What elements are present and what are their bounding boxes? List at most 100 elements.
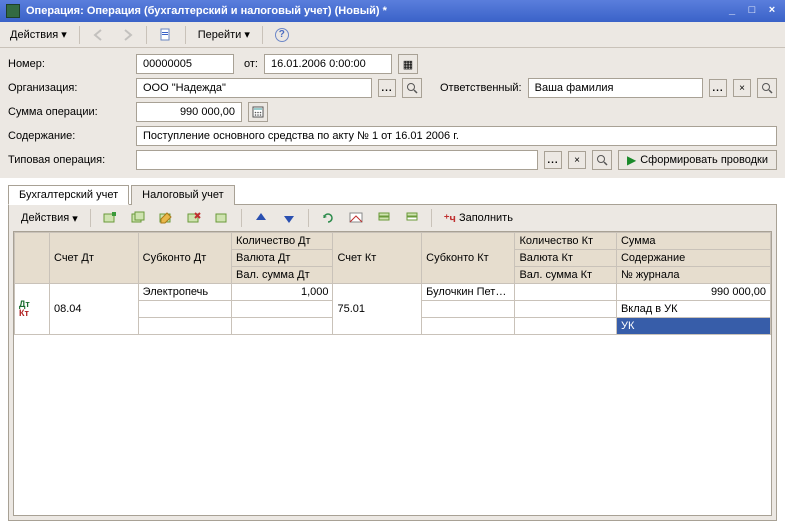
template-lookup-button[interactable]: ... [544, 151, 562, 169]
org-input[interactable] [141, 81, 367, 95]
hdr-subk-dt[interactable]: Субконто Дт [138, 233, 231, 284]
number-input[interactable] [141, 57, 229, 71]
show-button[interactable] [343, 208, 369, 228]
nav-back-button [86, 25, 112, 45]
arrow-right-icon [120, 28, 134, 42]
hdr-acct-kt[interactable]: Счет Кт [333, 233, 422, 284]
resp-input[interactable] [533, 81, 698, 95]
hdr-sum[interactable]: Сумма [616, 233, 770, 250]
cell-cur-dt[interactable] [231, 301, 333, 318]
number-field[interactable] [136, 54, 234, 74]
search-icon [406, 82, 418, 94]
resp-clear-button[interactable]: × [733, 79, 751, 97]
cell-acct-kt[interactable]: 75.01 [333, 284, 422, 335]
hdr-subk-kt[interactable]: Субконто Кт [422, 233, 515, 284]
maximize-button[interactable]: □ [743, 3, 761, 19]
copy-row-button[interactable] [125, 208, 151, 228]
filter-button[interactable] [371, 208, 397, 228]
move-down-button[interactable] [276, 208, 302, 228]
date-field[interactable] [264, 54, 392, 74]
tab-tax[interactable]: Налоговый учет [131, 185, 235, 205]
resp-field[interactable] [528, 78, 703, 98]
grid-actions-menu[interactable]: Действия ▾ [15, 208, 84, 228]
show-icon [349, 211, 363, 225]
resp-search-button[interactable] [757, 78, 777, 98]
move-up-button[interactable] [248, 208, 274, 228]
hdr-cur-dt[interactable]: Валюта Дт [231, 250, 333, 267]
cell-subk-dt[interactable]: Электропечь [138, 284, 231, 301]
hdr-acct-dt[interactable]: Счет Дт [50, 233, 139, 284]
main-toolbar: Действия ▾ Перейти ▾ ? [0, 22, 785, 48]
sum-label: Сумма операции: [8, 106, 130, 118]
table-row[interactable]: ДтКт 08.04 Электропечь 1,000 75.01 Булоч… [15, 284, 771, 301]
edit-row-button[interactable] [153, 208, 179, 228]
chevron-down-icon: ▾ [61, 28, 67, 41]
org-field[interactable] [136, 78, 372, 98]
cell-subk-kt-2[interactable] [422, 301, 515, 318]
resp-lookup-button[interactable]: ... [709, 79, 727, 97]
sort-button[interactable] [399, 208, 425, 228]
separator [308, 209, 309, 227]
currency-icon: ⁺ч [444, 212, 456, 225]
tab-accounting[interactable]: Бухгалтерский учет [8, 185, 129, 205]
hdr-cursum-kt[interactable]: Вал. сумма Кт [515, 267, 617, 284]
app-icon [6, 4, 20, 18]
sort-icon [405, 211, 419, 225]
grid-toolbar: Действия ▾ ⁺ч Заполнить [13, 209, 772, 231]
goto-menu[interactable]: Перейти ▾ [192, 25, 256, 45]
hdr-qty-dt[interactable]: Количество Дт [231, 233, 333, 250]
grid-empty-area [14, 335, 771, 515]
org-search-button[interactable] [402, 78, 422, 98]
actions-menu[interactable]: Действия ▾ [4, 25, 73, 45]
template-search-button[interactable] [592, 150, 612, 170]
calculator-button[interactable] [248, 102, 268, 122]
cell-sum[interactable]: 990 000,00 [616, 284, 770, 301]
cell-acct-dt[interactable]: 08.04 [50, 284, 139, 335]
refresh-button[interactable] [315, 208, 341, 228]
add-row-icon [103, 211, 117, 225]
close-button[interactable]: × [763, 3, 781, 19]
cell-subk-kt-3[interactable] [422, 318, 515, 335]
sum-input[interactable] [141, 105, 237, 119]
template-field[interactable] [136, 150, 538, 170]
hdr-qty-kt[interactable]: Количество Кт [515, 233, 617, 250]
cell-content[interactable]: Вклад в УК [616, 301, 770, 318]
hdr-content[interactable]: Содержание [616, 250, 770, 267]
hdr-icon [15, 233, 50, 284]
help-icon: ? [275, 28, 289, 42]
document-button[interactable] [153, 25, 179, 45]
content-field[interactable] [136, 126, 777, 146]
calendar-button[interactable]: ▦ [398, 54, 418, 74]
hdr-cursum-dt[interactable]: Вал. сумма Дт [231, 267, 333, 284]
cell-cursum-dt[interactable] [231, 318, 333, 335]
cell-cursum-kt[interactable] [515, 318, 617, 335]
hdr-cur-kt[interactable]: Валюта Кт [515, 250, 617, 267]
copy-row-icon [131, 211, 145, 225]
cell-subk-dt-3[interactable] [138, 318, 231, 335]
cell-journal[interactable]: УК [616, 318, 770, 335]
from-label: от: [244, 58, 258, 70]
sum-field[interactable] [136, 102, 242, 122]
help-button[interactable]: ? [269, 25, 295, 45]
arrow-left-icon [92, 28, 106, 42]
delete-row-button[interactable] [181, 208, 207, 228]
generate-entries-button[interactable]: ▶ Сформировать проводки [618, 150, 777, 170]
hdr-journal[interactable]: № журнала [616, 267, 770, 284]
toggle-row-icon [215, 211, 229, 225]
content-label: Содержание: [8, 130, 130, 142]
grid-header-row: Счет Дт Субконто Дт Количество Дт Счет К… [15, 233, 771, 250]
cell-subk-dt-2[interactable] [138, 301, 231, 318]
cell-subk-kt[interactable]: Булочкин Петр Ивано... [422, 284, 515, 301]
fill-button[interactable]: ⁺ч Заполнить [438, 208, 519, 228]
add-row-button[interactable] [97, 208, 123, 228]
template-input[interactable] [141, 153, 533, 167]
cell-cur-kt[interactable] [515, 301, 617, 318]
org-lookup-button[interactable]: ... [378, 79, 396, 97]
content-input[interactable] [141, 129, 772, 143]
cell-qty-kt[interactable] [515, 284, 617, 301]
toggle-row-button[interactable] [209, 208, 235, 228]
date-input[interactable] [269, 57, 387, 71]
template-clear-button[interactable]: × [568, 151, 586, 169]
minimize-button[interactable]: _ [723, 3, 741, 19]
cell-qty-dt[interactable]: 1,000 [231, 284, 333, 301]
